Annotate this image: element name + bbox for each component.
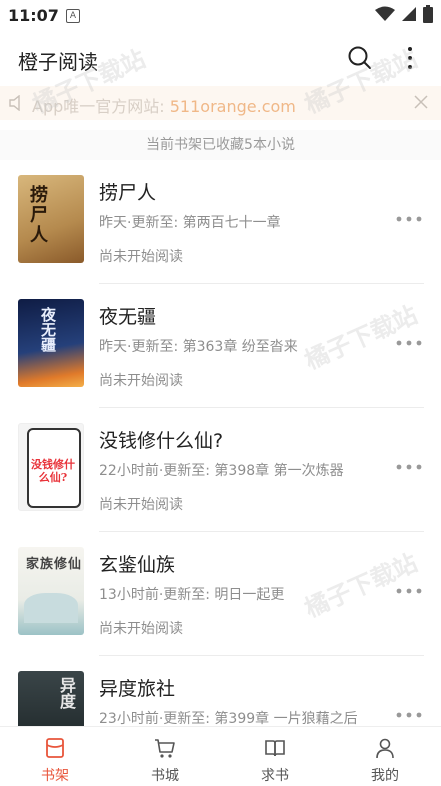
official-site-link[interactable]: 511orange.com: [170, 97, 296, 116]
book-item[interactable]: 没钱修什么仙? 没钱修什么仙? 22小时前·更新至: 第398章 第一次炼器 尚…: [0, 408, 441, 532]
person-icon: [376, 738, 394, 759]
nav-mine[interactable]: 我的: [330, 727, 440, 786]
cover-title: 异度: [57, 677, 76, 709]
book-item[interactable]: 捞尸人 捞尸人 昨天·更新至: 第两百七十一章 尚未开始阅读: [0, 160, 441, 284]
book-update: 23小时前·更新至: 第399章 一片狼藉之后: [99, 711, 358, 726]
book-cover: 夜无疆: [18, 299, 84, 387]
nav-bookshelf[interactable]: 书架: [0, 727, 110, 786]
signal-icon: [402, 7, 416, 21]
app-title: 橙子阅读: [18, 50, 98, 74]
wifi-icon: [375, 6, 395, 21]
book-item[interactable]: 家族修仙 玄鉴仙族 13小时前·更新至: 明日一起更 尚未开始阅读: [0, 532, 441, 656]
book-update: 22小时前·更新至: 第398章 第一次炼器: [99, 463, 344, 479]
book-title: 玄鉴仙族: [99, 554, 176, 576]
cover-title: 夜无疆: [39, 307, 57, 352]
more-horizontal-icon[interactable]: [395, 584, 423, 598]
book-item[interactable]: 异度 异度旅社 23小时前·更新至: 第399章 一片狼藉之后: [0, 656, 441, 726]
store-cart-icon: [155, 739, 175, 758]
book-read-status: 尚未开始阅读: [99, 497, 183, 513]
book-item[interactable]: 夜无疆 夜无疆 昨天·更新至: 第363章 纷至沓来 尚未开始阅读: [0, 284, 441, 408]
book-title: 异度旅社: [99, 678, 176, 700]
more-horizontal-icon[interactable]: [395, 460, 423, 474]
more-horizontal-icon[interactable]: [395, 336, 423, 350]
nav-label: 我的: [371, 768, 399, 784]
book-update: 昨天·更新至: 第两百七十一章: [99, 215, 281, 231]
book-read-status: 尚未开始阅读: [99, 621, 183, 637]
book-update: 昨天·更新至: 第363章 纷至沓来: [99, 339, 298, 355]
shelf-count: 当前书架已收藏5本小说: [0, 130, 441, 160]
book-cover: 捞尸人: [18, 175, 84, 263]
nav-request[interactable]: 求书: [220, 727, 330, 786]
close-icon[interactable]: [413, 94, 429, 110]
open-book-icon: [265, 740, 285, 757]
notification-badge: A: [66, 9, 80, 23]
status-icons: [375, 5, 433, 23]
more-horizontal-icon[interactable]: [395, 212, 423, 226]
book-list: 捞尸人 捞尸人 昨天·更新至: 第两百七十一章 尚未开始阅读 夜无疆 夜无疆 昨…: [0, 160, 441, 726]
battery-icon: [423, 5, 433, 23]
more-vertical-icon[interactable]: [400, 44, 420, 72]
nav-label: 书架: [41, 768, 69, 784]
book-read-status: 尚未开始阅读: [99, 373, 183, 389]
bottom-nav: 书架 书城 求书 我的: [0, 726, 441, 786]
book-cover: 家族修仙: [18, 547, 84, 635]
bookshelf-icon: [46, 738, 64, 758]
book-read-status: 尚未开始阅读: [99, 249, 183, 265]
cover-title: 家族修仙: [26, 557, 83, 572]
book-title: 没钱修什么仙?: [99, 430, 224, 452]
book-update: 13小时前·更新至: 明日一起更: [99, 587, 285, 603]
status-bar: 11:07 A: [0, 0, 441, 32]
nav-label: 求书: [261, 768, 289, 784]
nav-store[interactable]: 书城: [110, 727, 220, 786]
book-title: 捞尸人: [99, 182, 157, 204]
notice-prefix: App唯一官方网站:: [32, 97, 170, 116]
book-cover: 异度: [18, 671, 84, 726]
status-time: 11:07: [8, 6, 59, 25]
notice-text: App唯一官方网站: 511orange.com: [32, 93, 296, 117]
book-title: 夜无疆: [99, 306, 157, 328]
notice-banner: App唯一官方网站: 511orange.com: [0, 86, 441, 120]
book-cover: 没钱修什么仙?: [18, 423, 84, 511]
cover-title: 没钱修什么仙?: [31, 458, 75, 484]
speaker-icon: [9, 95, 20, 111]
nav-label: 书城: [151, 768, 179, 784]
app-bar: 橙子阅读: [0, 32, 441, 84]
cover-title: 捞尸人: [27, 185, 48, 245]
more-horizontal-icon[interactable]: [395, 708, 423, 722]
search-icon[interactable]: [346, 44, 374, 72]
